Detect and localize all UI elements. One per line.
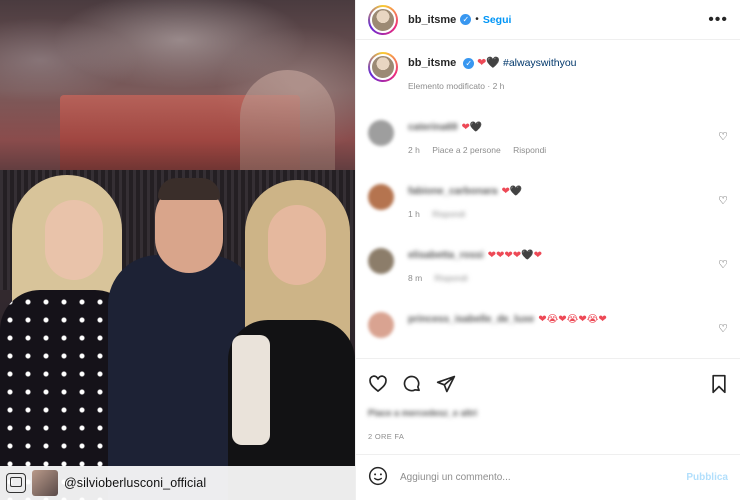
comment-like-heart-icon[interactable]: ♡ — [718, 322, 728, 335]
comment-username[interactable]: elisabetta_rossi — [408, 250, 484, 261]
comment-reply[interactable]: Rispondi — [435, 273, 468, 283]
comment-avatar[interactable] — [368, 312, 394, 338]
post-caption: bb_itsme ✓ ❤🖤 #alwayswithyou Elemento mo… — [356, 40, 740, 112]
post-header: bb_itsme ✓ • Segui ••• — [356, 0, 740, 40]
comment-like-heart-icon[interactable]: ♡ — [718, 130, 728, 143]
comment-text: ❤🖤 — [501, 186, 523, 197]
person-right-face — [268, 205, 326, 285]
post-actions — [356, 358, 740, 408]
caption-hashtag[interactable]: #alwayswithyou — [503, 57, 577, 69]
comment-time: 1 h — [408, 209, 420, 219]
comment-username[interactable]: fabione_carbonara — [408, 186, 497, 197]
comment-input[interactable] — [400, 472, 687, 483]
follow-button[interactable]: Segui — [483, 14, 512, 26]
person-right-top — [232, 335, 270, 445]
save-bookmark-icon[interactable] — [710, 374, 728, 394]
liked-by-text[interactable]: Piace a mercedesz_e altri — [368, 408, 477, 418]
person-left-face — [45, 200, 103, 280]
caption-hearts: ❤🖤 — [477, 57, 501, 69]
publish-button[interactable]: Pubblica — [686, 472, 728, 483]
comment-like-heart-icon[interactable]: ♡ — [718, 258, 728, 271]
comment-likes[interactable]: Piace a 2 persone — [432, 145, 501, 155]
more-options-icon[interactable]: ••• — [708, 11, 728, 29]
post-photo[interactable]: @silvioberlusconi_official — [0, 0, 355, 500]
person-center-hair — [158, 178, 220, 200]
author-avatar[interactable] — [368, 4, 398, 35]
comment-avatar[interactable] — [368, 120, 394, 146]
comment-bubble-icon[interactable] — [402, 374, 422, 394]
post-time-ago: 2 ORE FA — [368, 432, 405, 441]
repost-icon — [6, 473, 26, 493]
comment-reply[interactable]: Rispondi — [432, 209, 465, 219]
comment-username[interactable]: princess_isabelle_de_luxe — [408, 314, 534, 325]
post-sidebar: bb_itsme ✓ • Segui ••• bb_itsme ✓ ❤🖤 #al… — [355, 0, 740, 500]
author-username[interactable]: bb_itsme — [408, 14, 456, 26]
comment-avatar[interactable] — [368, 248, 394, 274]
repost-bar: @silvioberlusconi_official — [0, 466, 355, 500]
caption-edited: Elemento modificato · 2 h — [408, 81, 505, 91]
repost-handle: @silvioberlusconi_official — [64, 476, 207, 490]
separator-dot: • — [475, 14, 479, 25]
add-comment-bar: Pubblica — [356, 454, 740, 500]
like-heart-icon[interactable] — [368, 374, 388, 394]
emoji-smiley-icon[interactable] — [368, 466, 388, 489]
verified-badge-icon: ✓ — [460, 14, 472, 25]
comment-username[interactable]: caterina69 — [408, 122, 457, 133]
caption-avatar[interactable] — [368, 52, 398, 82]
caption-username[interactable]: bb_itsme — [408, 57, 456, 69]
comment-reply[interactable]: Rispondi — [513, 145, 546, 155]
comment-text: ❤😭❤😭❤😭❤ — [538, 314, 607, 325]
comment-text: ❤❤❤❤🖤❤ — [487, 250, 542, 261]
comment-item: caterina69 ❤🖤 2 h Piace a 2 persone Rispo… — [356, 112, 740, 176]
comment-like-heart-icon[interactable]: ♡ — [718, 194, 728, 207]
comment-item: elisabetta_rossi ❤❤❤❤🖤❤ 8 m Rispondi ♡ — [356, 240, 740, 304]
verified-badge-icon: ✓ — [463, 57, 475, 69]
comments-list: caterina69 ❤🖤 2 h Piace a 2 persone Rispo… — [356, 112, 740, 368]
comment-avatar[interactable] — [368, 184, 394, 210]
comment-time: 8 m — [408, 273, 423, 283]
repost-avatar — [32, 470, 58, 496]
comment-time: 2 h — [408, 145, 420, 155]
photo-arch — [240, 70, 335, 180]
comment-text: ❤🖤 — [461, 122, 483, 133]
comment-item: fabione_carbonara ❤🖤 1 h Rispondi ♡ — [356, 176, 740, 240]
share-send-icon[interactable] — [436, 374, 456, 394]
